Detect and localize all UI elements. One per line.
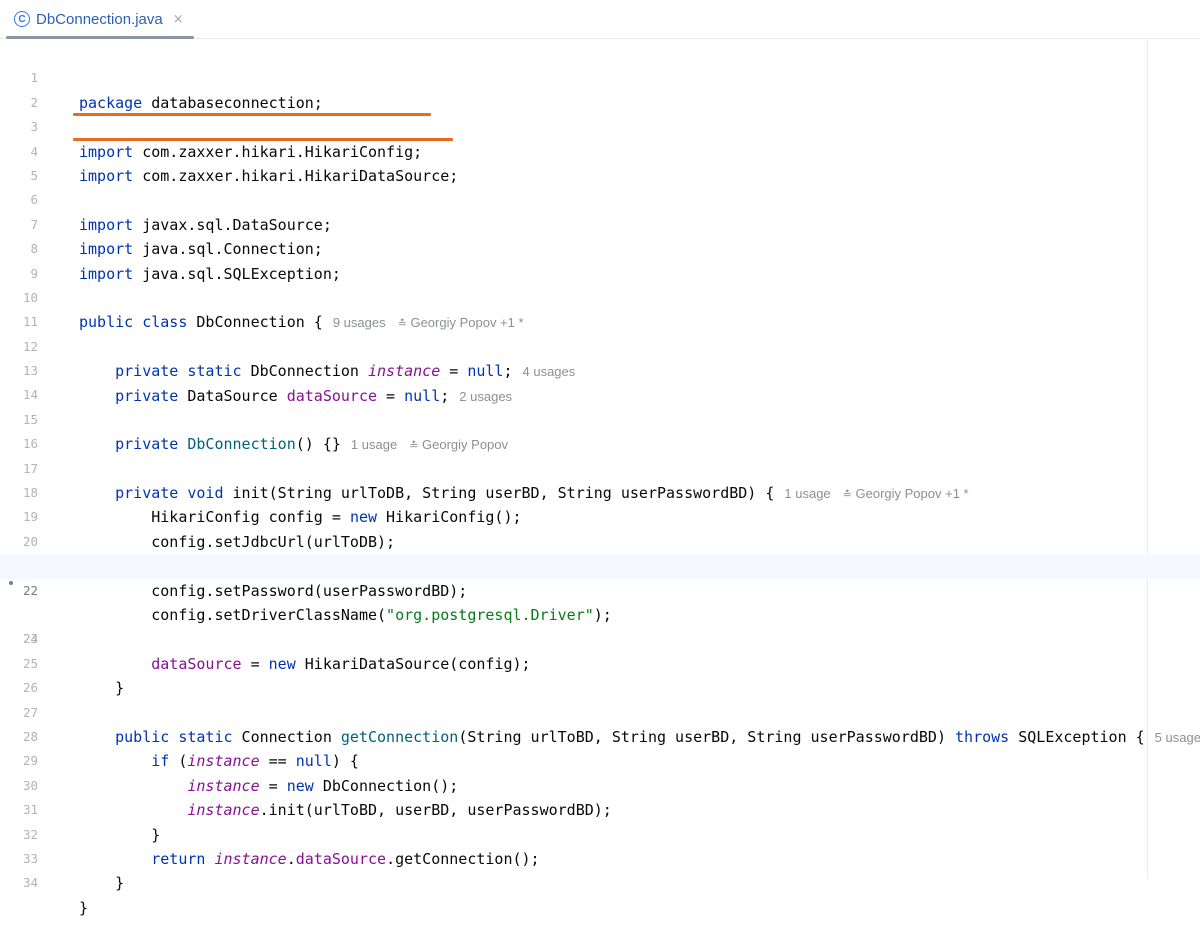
code-line[interactable]: 12 private static DbConnection instance … bbox=[0, 310, 1200, 380]
code-line[interactable]: 20 config.setUsername(userBD); bbox=[0, 505, 1200, 575]
code-line[interactable]: 33 } bbox=[0, 823, 1200, 892]
code-line[interactable]: 23 bbox=[0, 579, 1200, 646]
code-line[interactable]: 27 public static Connection getConnectio… bbox=[0, 676, 1200, 746]
line-number[interactable]: 34 bbox=[0, 871, 38, 895]
active-tab-indicator bbox=[6, 36, 194, 39]
code-line[interactable]: 19 config.setJdbcUrl(urlToDB); bbox=[0, 481, 1200, 550]
code-line[interactable]: 18 HikariConfig config = new HikariConfi… bbox=[0, 457, 1200, 526]
highlight-underline-line-3 bbox=[73, 113, 431, 116]
code-area[interactable]: 1 package databaseconnection; 2 3 import… bbox=[0, 42, 1200, 917]
code-line[interactable]: 10 public class DbConnection {9 usages ≛ … bbox=[0, 262, 1200, 331]
code-line[interactable]: 17 private void init(String urlToDB, Str… bbox=[0, 432, 1200, 502]
code-line[interactable]: 24 dataSource = new HikariDataSource(con… bbox=[0, 603, 1200, 672]
code-line[interactable]: 16 bbox=[0, 408, 1200, 451]
code-line[interactable]: 29 instance = new DbConnection(); bbox=[0, 725, 1200, 794]
code-line[interactable]: 9 bbox=[0, 237, 1200, 281]
code-line[interactable]: 13 private DataSource dataSource = null;… bbox=[0, 335, 1200, 404]
code-line[interactable]: 7 import java.sql.Connection; bbox=[0, 188, 1200, 258]
code-line[interactable]: 28 if (instance == null) { bbox=[0, 701, 1200, 770]
code-line[interactable]: 2 bbox=[0, 66, 1200, 110]
tab-file-name: DbConnection.java bbox=[36, 10, 163, 28]
code-line[interactable]: 6 import javax.sql.DataSource; bbox=[0, 164, 1200, 233]
code-line[interactable]: 4 import com.zaxxer.hikari.HikariDataSou… bbox=[0, 115, 1200, 185]
code-line[interactable]: 30 instance.init(urlToBD, userBD, userPa… bbox=[0, 749, 1200, 819]
code-editor[interactable]: C DbConnection.java × 1 package database… bbox=[0, 0, 1200, 917]
code-line[interactable]: 32 return instance.dataSource.getConnect… bbox=[0, 798, 1200, 868]
code-line-current[interactable]: 22 config.setDriverClassName("org.postgr… bbox=[0, 554, 1200, 624]
highlight-underline-line-4 bbox=[73, 138, 453, 141]
code-line[interactable]: 15 private DbConnection() {} 1 usage ≛ Geo… bbox=[0, 383, 1200, 453]
code-line[interactable]: 11 bbox=[0, 286, 1200, 329]
java-class-icon: C bbox=[14, 11, 30, 27]
code-line[interactable]: 8 import java.sql.SQLException; bbox=[0, 213, 1200, 282]
code-line[interactable]: 5 bbox=[0, 140, 1200, 183]
code-line[interactable]: 25 } bbox=[0, 627, 1200, 697]
code-line[interactable]: 1 package databaseconnection; bbox=[0, 42, 1200, 111]
code-line[interactable]: 21 config.setPassword(userPasswordBD); bbox=[0, 530, 1200, 599]
close-icon[interactable]: × bbox=[173, 12, 184, 27]
code-text: } bbox=[79, 898, 89, 917]
code-line[interactable]: 3 import com.zaxxer.hikari.HikariConfig; bbox=[0, 91, 1200, 160]
code-text: } bbox=[79, 874, 125, 893]
gutter-bookmark-dot-icon[interactable] bbox=[9, 580, 13, 585]
tab-dbconnection-java[interactable]: C DbConnection.java × bbox=[0, 0, 194, 39]
code-line[interactable]: 34 } bbox=[0, 847, 1200, 916]
code-line[interactable]: 31 } bbox=[0, 774, 1200, 843]
code-line[interactable]: 26 bbox=[0, 652, 1200, 695]
editor-tab-bar: C DbConnection.java × bbox=[0, 0, 1200, 39]
code-line[interactable]: 14 bbox=[0, 359, 1200, 402]
